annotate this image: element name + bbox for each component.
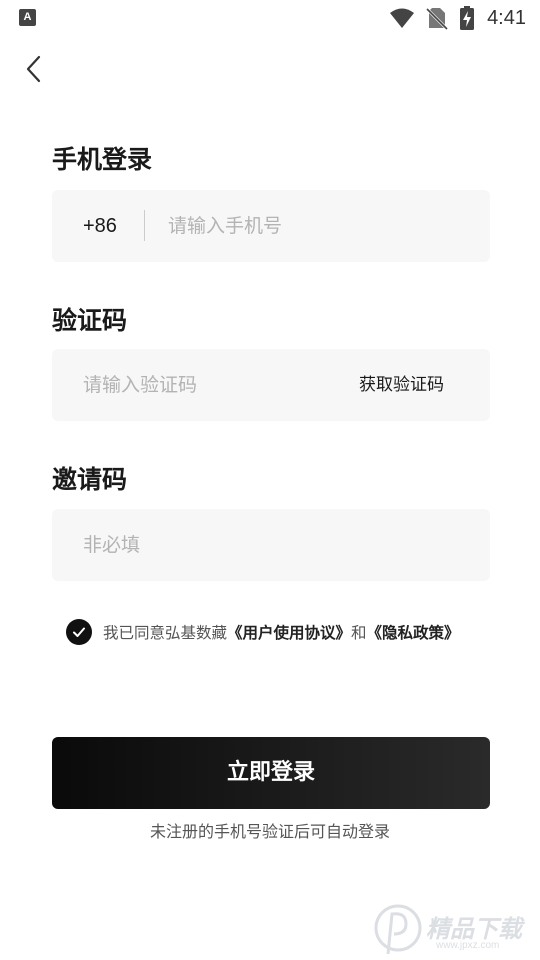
get-code-button[interactable]: 获取验证码 [359,349,444,421]
watermark: 精品下载 www.jpxz.com [372,900,540,960]
auto-register-hint: 未注册的手机号验证后可自动登录 [149,822,390,841]
check-icon [73,627,85,637]
invite-code-field [52,509,490,581]
agreement-and: 和 [351,624,367,642]
watermark-logo-icon [374,904,422,955]
agreement-checkbox[interactable] [66,619,92,645]
phone-field: +86 [52,190,490,262]
wifi-icon [390,8,415,28]
watermark-text: 精品下载 [426,915,522,943]
no-sim-icon [426,7,449,30]
user-agreement-link[interactable]: 《用户使用协议》 [227,624,351,642]
invite-code-input[interactable] [83,509,463,581]
country-code[interactable]: +86 [83,190,117,262]
back-button[interactable] [20,52,52,86]
watermark-url: www.jpxz.com [436,940,500,951]
divider [144,210,145,241]
phone-input[interactable] [168,190,468,262]
agreement-row: 我已同意弘基数藏《用户使用协议》和《隐私政策》 [66,618,460,646]
status-bar-right: 4:41 [389,5,526,31]
app-notification-icon: A [19,9,36,26]
verify-code-field: 获取验证码 [52,349,490,421]
privacy-policy-link[interactable]: 《隐私政策》 [367,624,460,642]
verify-code-title: 验证码 [52,306,128,335]
status-bar: A 4:41 [0,0,540,36]
invite-code-title: 邀请码 [52,465,128,494]
battery-charging-icon [460,6,475,30]
login-button[interactable]: 立即登录 [52,737,490,809]
phone-login-title: 手机登录 [52,145,153,174]
clock: 4:41 [487,6,526,29]
agreement-prefix: 我已同意弘基数藏 [103,624,228,642]
login-page: A 4:41 手机登录 +86 验 [0,0,540,960]
verify-code-input[interactable] [83,349,323,421]
chevron-left-icon [26,55,41,83]
agreement-text: 我已同意弘基数藏《用户使用协议》和《隐私政策》 [103,621,460,643]
